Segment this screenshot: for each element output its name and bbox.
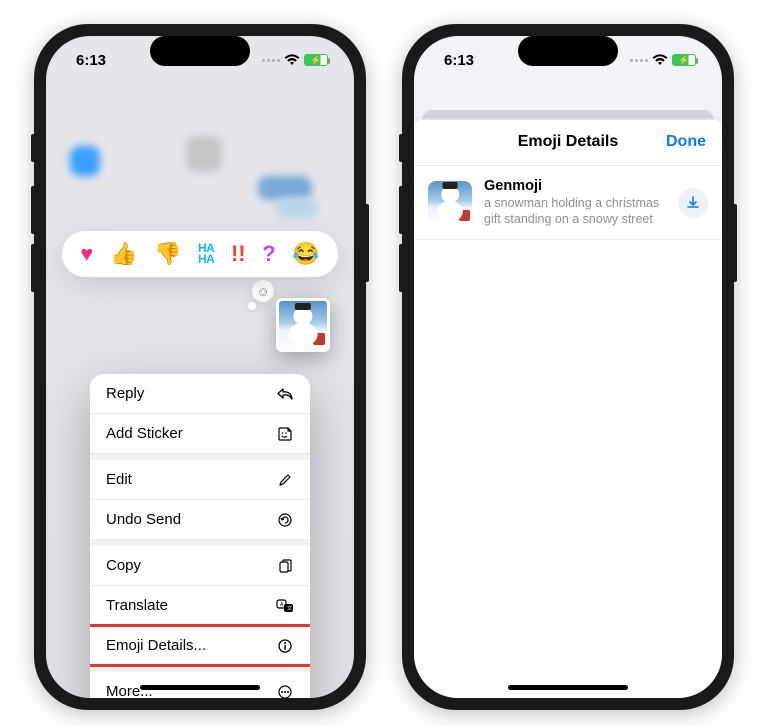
tapback-haha[interactable]: HAHA xyxy=(198,243,214,265)
dynamic-island xyxy=(518,36,618,66)
undo-icon xyxy=(276,512,294,528)
done-button[interactable]: Done xyxy=(666,118,706,165)
cellular-icon xyxy=(630,59,648,62)
menu-add-sticker[interactable]: Add Sticker xyxy=(90,414,310,454)
menu-label: Emoji Details... xyxy=(106,637,206,654)
tapback-question[interactable]: ? xyxy=(262,241,275,267)
menu-undo-send[interactable]: Undo Send xyxy=(90,500,310,540)
message-sticker[interactable] xyxy=(276,298,330,352)
tapback-bar: ♥︎ 👍 👎 HAHA !! ? 😂 xyxy=(62,231,338,277)
home-indicator[interactable] xyxy=(508,685,628,690)
cellular-icon xyxy=(262,59,280,62)
menu-label: Copy xyxy=(106,557,141,574)
reply-icon xyxy=(276,387,294,401)
status-time: 6:13 xyxy=(76,52,106,69)
tapback-heart[interactable]: ♥︎ xyxy=(80,241,93,267)
more-icon xyxy=(276,684,294,699)
download-button[interactable] xyxy=(678,188,708,218)
wifi-icon xyxy=(284,54,300,66)
tapback-thumbs-up[interactable]: 👍 xyxy=(110,241,137,267)
phone-left: 6:13 ⚡ ♥︎ 👍 👎 HAHA !! ? 😂 ☺ xyxy=(34,24,366,710)
phone-right: 6:13 ⚡ Emoji Details Done xyxy=(402,24,734,710)
menu-edit[interactable]: Edit xyxy=(90,460,310,500)
menu-label: Translate xyxy=(106,597,168,614)
home-indicator[interactable] xyxy=(140,685,260,690)
wifi-icon xyxy=(652,54,668,66)
menu-label: Reply xyxy=(106,385,144,402)
copy-icon xyxy=(276,558,294,574)
status-time: 6:13 xyxy=(444,52,474,69)
menu-emoji-details[interactable]: Emoji Details... xyxy=(90,626,310,666)
info-icon xyxy=(276,638,294,654)
menu-label: Undo Send xyxy=(106,511,181,528)
svg-text:文: 文 xyxy=(287,605,292,612)
battery-icon: ⚡ xyxy=(672,54,696,66)
genmoji-description: a snowman holding a christmas gift stand… xyxy=(484,196,666,227)
translate-icon: A文 xyxy=(276,599,294,613)
menu-reply[interactable]: Reply xyxy=(90,374,310,414)
sticker-icon xyxy=(276,426,294,442)
genmoji-thumbnail xyxy=(428,181,472,225)
tapback-emoji[interactable]: 😂 xyxy=(292,241,319,267)
genmoji-row: Genmoji a snowman holding a christmas gi… xyxy=(414,166,722,240)
download-icon xyxy=(685,195,701,211)
tapback-exclaim[interactable]: !! xyxy=(231,241,246,267)
edit-icon xyxy=(276,473,294,487)
svg-text:A: A xyxy=(280,602,284,608)
sheet-header: Emoji Details Done xyxy=(414,118,722,166)
menu-label: Edit xyxy=(106,471,132,488)
tapback-add-emoji[interactable]: ☺ xyxy=(252,280,274,302)
dynamic-island xyxy=(150,36,250,66)
battery-icon: ⚡ xyxy=(304,54,328,66)
emoji-details-sheet: Emoji Details Done Genmoji a snowman hol… xyxy=(414,118,722,698)
context-menu: Reply Add Sticker Edit Undo Send xyxy=(90,374,310,698)
menu-translate[interactable]: Translate A文 xyxy=(90,586,310,626)
sheet-title: Emoji Details xyxy=(518,133,618,151)
tapback-thumbs-down[interactable]: 👎 xyxy=(154,241,181,267)
genmoji-name: Genmoji xyxy=(484,178,666,194)
menu-label: Add Sticker xyxy=(106,425,183,442)
menu-copy[interactable]: Copy xyxy=(90,546,310,586)
